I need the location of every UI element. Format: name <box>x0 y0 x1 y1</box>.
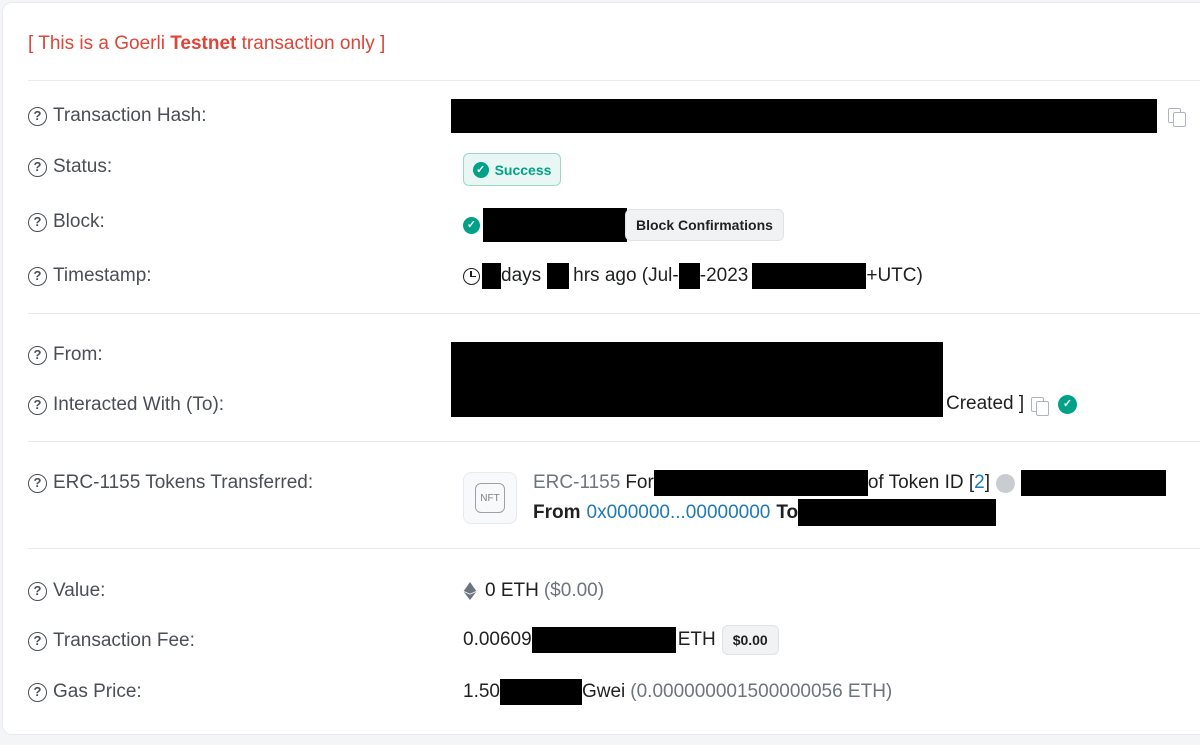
time-redacted <box>752 263 867 289</box>
clock-icon <box>463 267 480 285</box>
fee-prefix: 0.00609 <box>463 629 532 650</box>
divider <box>28 548 1200 549</box>
erc1155-label: ? ERC-1155 Tokens Transferred: <box>28 472 313 494</box>
from-label: ? From: <box>28 344 103 366</box>
from-label-inline: From <box>533 501 581 523</box>
question-circle-icon[interactable]: ? <box>28 581 47 601</box>
for-label: For <box>625 472 654 493</box>
fee-digits-redacted <box>531 627 676 653</box>
fee-unit: ETH <box>677 629 716 650</box>
hours-redacted <box>547 263 570 289</box>
block-label: ? Block: <box>28 211 105 233</box>
copy-icon[interactable] <box>1168 108 1186 127</box>
status-label-text: Status: <box>53 156 113 177</box>
timestamp-hrs-text: hrs ago (Jul- <box>573 265 679 286</box>
timestamp-label-text: Timestamp: <box>53 265 152 286</box>
token-standard: ERC-1155 <box>533 472 621 493</box>
notice-suffix: transaction only ] <box>236 33 386 54</box>
contract-created-value: Created ] <box>946 393 1024 415</box>
question-circle-icon[interactable]: ? <box>28 212 47 232</box>
from-to-addresses-redacted[interactable] <box>451 342 943 417</box>
erc1155-transfer-line2: From 0x000000...00000000 To <box>533 499 997 526</box>
fee-label: ? Transaction Fee: <box>28 630 195 652</box>
from-label-text: From: <box>53 344 103 365</box>
question-circle-icon[interactable]: ? <box>28 473 47 493</box>
question-circle-icon[interactable]: ? <box>28 106 47 126</box>
divider <box>28 80 1200 81</box>
day-redacted <box>678 263 700 289</box>
fee-value: 0.00609 ETH $0.00 <box>463 625 779 655</box>
gas-unit: Gwei <box>581 681 626 702</box>
timestamp-label: ? Timestamp: <box>28 265 152 287</box>
gas-eth: (0.000000001500000056 ETH) <box>630 681 893 702</box>
gas-label-text: Gas Price: <box>53 681 142 702</box>
erc1155-transfer-line1: ERC-1155 For of Token ID [ 2 ] <box>533 470 1166 496</box>
gas-label: ? Gas Price: <box>28 681 142 703</box>
gas-value: 1.50 Gwei (0.000000001500000056 ETH) <box>463 679 892 705</box>
close-bracket: ] <box>984 472 990 493</box>
question-circle-icon[interactable]: ? <box>28 395 47 415</box>
notice-prefix: [ This is a Goerli <box>28 33 171 54</box>
status-text: Success <box>494 161 552 178</box>
question-circle-icon[interactable]: ? <box>28 682 47 702</box>
timestamp-year-text: -2023 <box>699 265 749 286</box>
tx-hash-label-text: Transaction Hash: <box>53 105 207 126</box>
nft-icon-text: NFT <box>480 492 500 504</box>
token-id-link[interactable]: 2 <box>974 472 985 494</box>
contract-created-text: Created ] <box>946 393 1025 414</box>
from-address-link[interactable]: 0x000000...00000000 <box>587 502 771 524</box>
value-label-text: Value: <box>53 580 106 601</box>
value-eth: 0 ETH <box>485 580 539 601</box>
block-value: ✓ Block Confirmations <box>463 208 784 242</box>
timestamp-value: days hrs ago (Jul- -2023 +UTC) <box>463 263 923 289</box>
token-amount-redacted <box>653 470 868 496</box>
check-circle-icon: ✓ <box>463 216 480 234</box>
question-circle-icon[interactable]: ? <box>28 631 47 651</box>
timestamp-utc-text: +UTC) <box>866 265 923 286</box>
to-label: ? Interacted With (To): <box>28 394 224 416</box>
check-circle-icon: ✓ <box>472 161 489 178</box>
notice-testnet-bold: Testnet <box>170 33 237 54</box>
question-circle-icon[interactable]: ? <box>28 157 47 177</box>
divider <box>28 313 1200 314</box>
copy-icon[interactable] <box>1031 397 1049 416</box>
status-label: ? Status: <box>28 156 112 178</box>
value-label: ? Value: <box>28 580 105 602</box>
of-token-id-text: of Token ID [ <box>867 472 975 493</box>
status-badge: ✓ Success <box>463 153 561 186</box>
fee-usd-badge: $0.00 <box>721 625 779 655</box>
value-amount: 0 ETH ($0.00) <box>463 580 604 602</box>
value-usd: ($0.00) <box>543 580 605 601</box>
nft-icon: NFT <box>475 483 505 513</box>
to-label-text: Interacted With (To): <box>53 394 225 415</box>
tx-hash-label: ? Transaction Hash: <box>28 105 206 127</box>
to-address-redacted[interactable] <box>798 499 997 526</box>
tx-hash-value-redacted[interactable] <box>451 99 1157 133</box>
fee-label-text: Transaction Fee: <box>53 630 195 651</box>
gas-prefix: 1.50 <box>463 681 500 702</box>
check-circle-icon: ✓ <box>1058 395 1077 414</box>
to-label-inline: To <box>776 501 799 523</box>
ethereum-icon <box>463 582 477 600</box>
nft-thumbnail[interactable]: NFT <box>463 472 517 524</box>
block-number-redacted[interactable] <box>483 208 627 242</box>
testnet-notice: [ This is a Goerli Testnet transaction o… <box>28 33 385 55</box>
block-confirmations-text: Block Confirmations <box>636 217 773 233</box>
divider <box>28 441 1200 442</box>
fee-usd: $0.00 <box>732 632 768 648</box>
token-name-redacted[interactable] <box>1021 470 1166 496</box>
days-redacted <box>482 263 501 289</box>
gas-digits-redacted <box>499 679 582 705</box>
token-logo-icon <box>996 473 1015 493</box>
timestamp-days-text: days <box>501 265 542 286</box>
block-label-text: Block: <box>53 211 105 232</box>
erc1155-label-text: ERC-1155 Tokens Transferred: <box>53 472 314 493</box>
question-circle-icon[interactable]: ? <box>28 345 47 365</box>
block-confirmations-badge: Block Confirmations <box>625 209 784 241</box>
question-circle-icon[interactable]: ? <box>28 266 47 286</box>
